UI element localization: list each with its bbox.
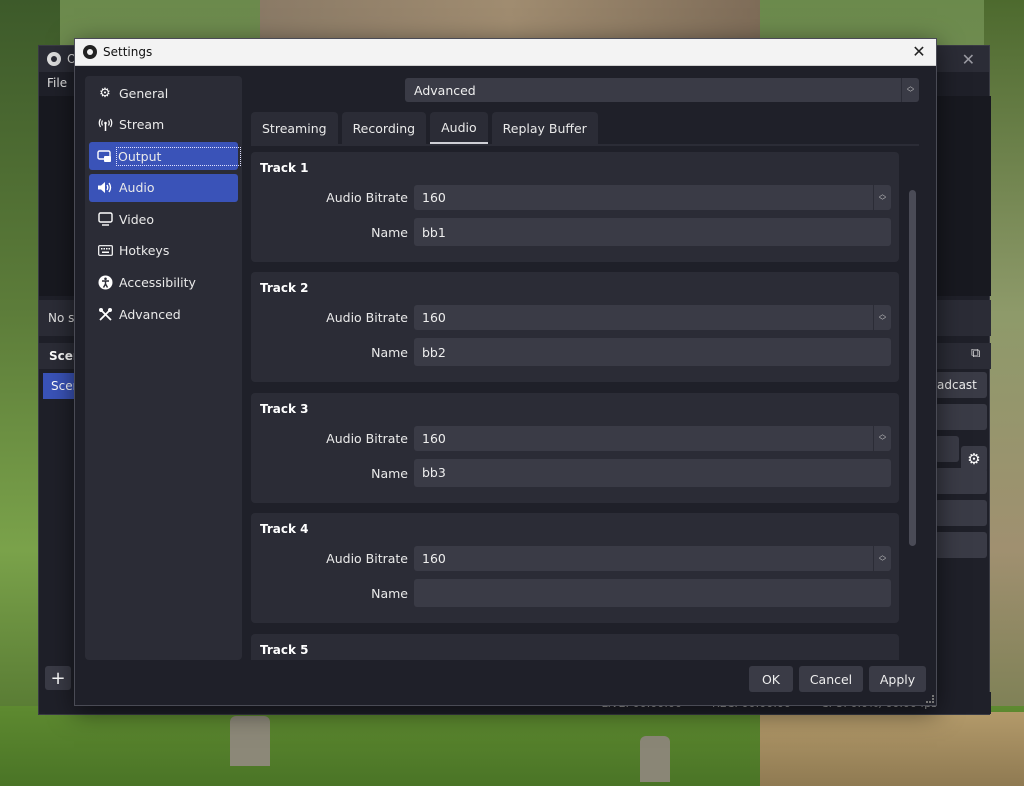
accessibility-icon: [97, 275, 113, 291]
settings-gear-icon[interactable]: ⚙: [961, 446, 987, 472]
sidebar-item-output[interactable]: Output: [89, 142, 242, 171]
output-mode-select[interactable]: Advanced ︿ ﹀: [405, 78, 919, 102]
track-group: Track 1 Audio Bitrate 160 ︿ ﹀ Name bb1: [251, 152, 899, 262]
chevron-up-down-icon: ︿ ﹀: [873, 425, 891, 451]
main-close-icon[interactable]: ✕: [962, 50, 975, 69]
dock-undock-icon[interactable]: ⧉: [971, 346, 980, 361]
audio-bitrate-select[interactable]: 160 ︿ ﹀: [414, 185, 891, 210]
track-name-input[interactable]: bb2: [414, 338, 891, 367]
track-title: Track 5: [260, 642, 309, 657]
sidebar-item-advanced[interactable]: Advanced: [89, 300, 238, 328]
tab-streaming[interactable]: Streaming: [251, 112, 338, 144]
apply-button[interactable]: Apply: [869, 666, 926, 692]
track-title: Track 2: [260, 281, 309, 296]
control-button[interactable]: [935, 500, 987, 526]
track-title: Track 3: [260, 401, 309, 416]
track-group: Track 5 Audio Bitrate 160 ︿﹀ Name: [251, 633, 899, 660]
menu-file[interactable]: File: [47, 76, 67, 90]
sidebar-item-label: Advanced: [119, 306, 181, 322]
track-name-label: Name: [371, 465, 408, 481]
chevron-up-down-icon: ︿ ﹀: [873, 305, 891, 331]
output-mode-row: Output Mode Advanced ︿﹀: [251, 78, 921, 102]
track-name-input[interactable]: bb1: [414, 218, 891, 246]
chevron-up-down-icon: ︿ ﹀: [873, 546, 891, 572]
audio-bitrate-value: 160: [422, 430, 446, 446]
resize-grip-icon[interactable]: [926, 695, 934, 703]
audio-bitrate-select[interactable]: 160 ︿ ﹀: [414, 305, 891, 331]
cancel-button[interactable]: Cancel: [799, 666, 863, 692]
background-gravestone: [640, 736, 670, 782]
tab-divider: [251, 144, 919, 146]
tab-audio[interactable]: Audio: [430, 112, 488, 144]
dialog-buttons: OK Cancel Apply: [749, 666, 926, 692]
background-rooftops: [260, 0, 760, 40]
tools-icon: [97, 306, 113, 322]
audio-bitrate-label: Audio Bitrate: [326, 430, 408, 446]
keyboard-icon: [97, 243, 113, 259]
audio-bitrate-select[interactable]: 160 ︿ ﹀: [414, 546, 891, 572]
gear-icon: ⚙: [99, 85, 111, 101]
audio-bitrate-label: Audio Bitrate: [326, 551, 408, 567]
sidebar-item-stream[interactable]: Stream: [89, 111, 238, 139]
audio-bitrate-value: 160: [422, 551, 446, 567]
sidebar-item-label: Output: [115, 146, 242, 166]
settings-title: Settings: [103, 45, 153, 59]
sidebar-item-label: Accessibility: [119, 275, 196, 291]
settings-sidebar: ⚙ General Stream Output Audio Video Hotk…: [85, 76, 242, 660]
track-title: Track 4: [260, 522, 309, 537]
sidebar-item-label: Audio: [119, 180, 155, 196]
antenna-icon: [97, 117, 113, 133]
track-name-label: Name: [371, 586, 408, 602]
sidebar-item-label: Stream: [119, 117, 165, 133]
sidebar-item-video[interactable]: Video: [89, 205, 238, 233]
add-scene-button[interactable]: +: [45, 666, 71, 690]
control-button[interactable]: [935, 436, 959, 462]
sidebar-item-label: Video: [119, 211, 155, 227]
audio-bitrate-label: Audio Bitrate: [326, 310, 408, 326]
control-button[interactable]: [935, 532, 987, 558]
chevron-up-down-icon: ︿ ﹀: [873, 185, 891, 210]
close-icon[interactable]: ✕: [910, 42, 928, 61]
audio-bitrate-select[interactable]: 160 ︿ ﹀: [414, 425, 891, 451]
sidebar-item-hotkeys[interactable]: Hotkeys: [89, 237, 238, 265]
track-group: Track 3 Audio Bitrate 160 ︿ ﹀ Name bb3: [251, 392, 899, 503]
start-broadcast-button[interactable]: adcast: [935, 372, 987, 398]
settings-dialog: Settings ✕ ⚙ General Stream Output Audio: [74, 38, 937, 706]
audio-bitrate-label: Audio Bitrate: [326, 190, 408, 205]
track-name-label: Name: [371, 225, 408, 240]
output-mode-value: Advanced: [414, 82, 476, 98]
settings-titlebar: Settings ✕: [75, 39, 936, 66]
track-title: Track 1: [260, 161, 309, 175]
tab-recording[interactable]: Recording: [341, 112, 427, 144]
output-settings-panel: Output Mode Advanced ︿﹀ Streaming Record…: [251, 76, 921, 660]
track-group: Track 4 Audio Bitrate 160 ︿ ﹀ Name: [251, 513, 899, 624]
sidebar-item-general[interactable]: ⚙ General: [89, 79, 238, 107]
audio-bitrate-value: 160: [422, 310, 446, 326]
background-gravestone: [230, 716, 270, 766]
ok-button[interactable]: OK: [749, 666, 793, 692]
speaker-icon: [97, 180, 113, 196]
track-name-label: Name: [371, 345, 408, 361]
sidebar-item-label: Hotkeys: [119, 243, 170, 259]
sidebar-item-audio[interactable]: Audio: [89, 173, 238, 202]
obs-logo-icon: [47, 52, 61, 66]
monitor-icon: [97, 211, 113, 227]
scrollbar-thumb[interactable]: [909, 190, 916, 546]
tracks-scroll-area[interactable]: Track 1 Audio Bitrate 160 ︿ ﹀ Name bb1 Tr…: [251, 152, 899, 660]
sidebar-item-label: General: [119, 85, 169, 101]
obs-logo-icon: [83, 45, 97, 59]
chevron-up-down-icon: ︿ ﹀: [901, 78, 919, 102]
track-group: Track 2 Audio Bitrate 160 ︿ ﹀ Name bb2: [251, 272, 899, 383]
track-name-input[interactable]: bb3: [414, 458, 891, 487]
control-button[interactable]: [935, 404, 987, 430]
audio-bitrate-value: 160: [422, 190, 446, 205]
track-name-input[interactable]: [414, 579, 891, 608]
output-tabs: Streaming Recording Audio Replay Buffer: [251, 112, 598, 144]
output-icon: [97, 148, 112, 164]
sidebar-item-accessibility[interactable]: Accessibility: [89, 269, 238, 297]
tab-replay-buffer[interactable]: Replay Buffer: [491, 112, 598, 144]
vertical-scrollbar[interactable]: [907, 152, 917, 660]
background-church: [760, 712, 1024, 786]
